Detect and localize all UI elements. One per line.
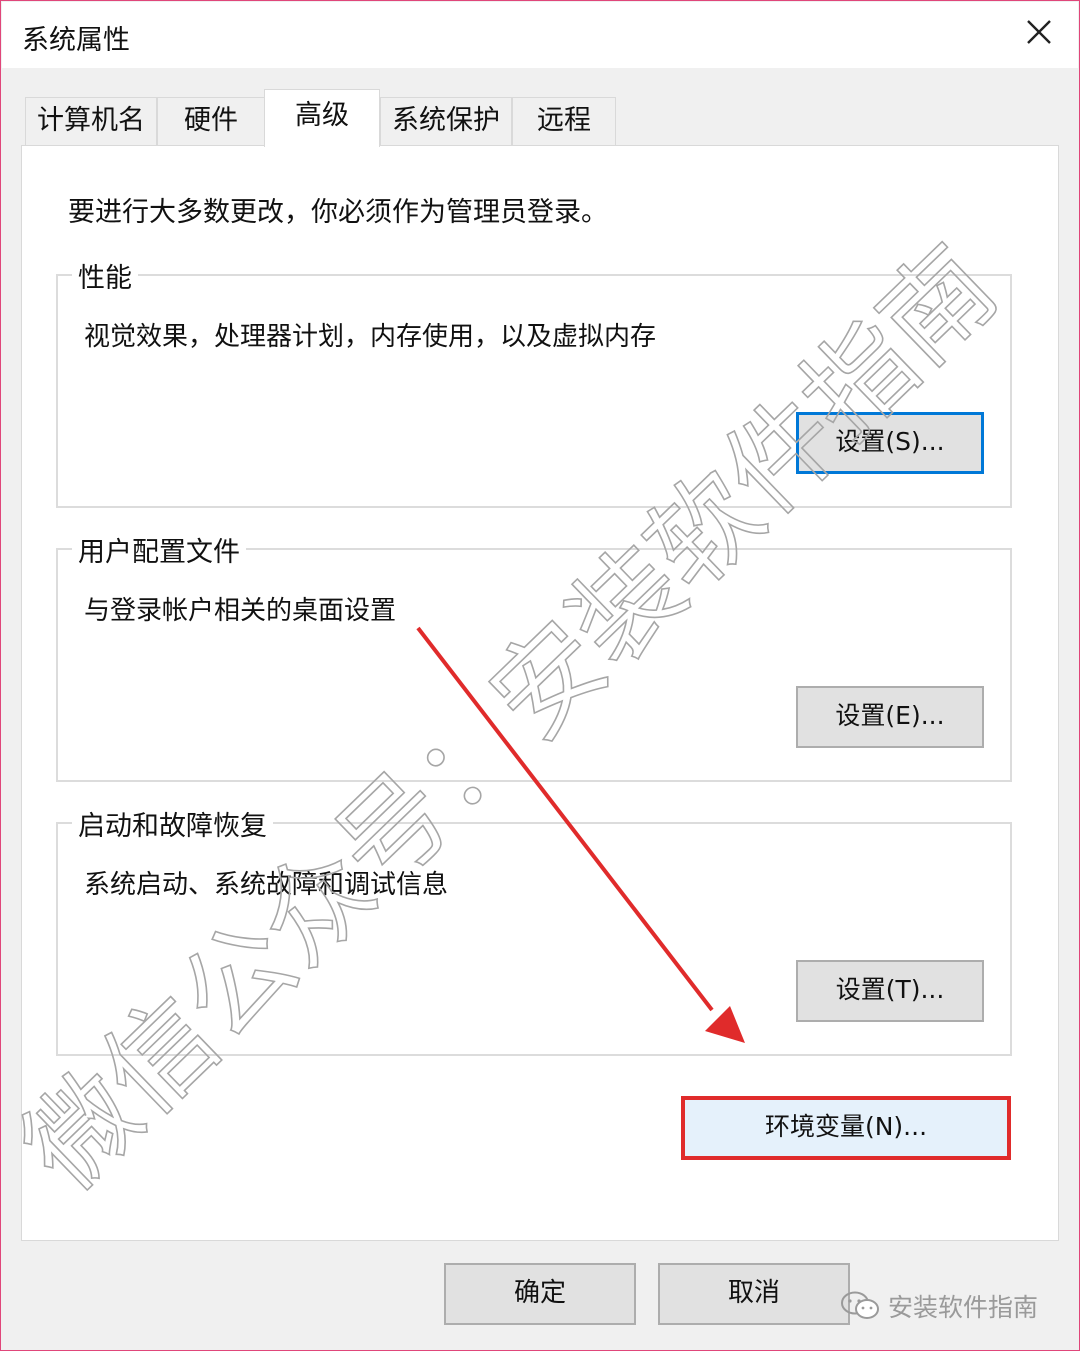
- title-bar: 系统属性: [2, 2, 1078, 68]
- performance-description: 视觉效果，处理器计划，内存使用，以及虚拟内存: [84, 322, 657, 352]
- advanced-tab-panel: 要进行大多数更改，你必须作为管理员登录。 性能 视觉效果，处理器计划，内存使用，…: [21, 145, 1059, 1241]
- startup-recovery-group-title: 启动和故障恢复: [72, 804, 273, 843]
- tab-hardware[interactable]: 硬件: [157, 97, 265, 145]
- close-button[interactable]: [1010, 10, 1068, 60]
- user-profiles-group: 用户配置文件 与登录帐户相关的桌面设置 设置(E)...: [56, 530, 1012, 782]
- ok-button[interactable]: 确定: [444, 1263, 636, 1325]
- startup-recovery-settings-button[interactable]: 设置(T)...: [796, 960, 984, 1022]
- environment-variables-button[interactable]: 环境变量(N)...: [681, 1096, 1011, 1160]
- tab-computer-name[interactable]: 计算机名: [25, 97, 157, 145]
- close-icon: [1027, 20, 1051, 44]
- cancel-button[interactable]: 取消: [658, 1263, 850, 1325]
- tab-advanced[interactable]: 高级: [264, 89, 380, 147]
- wechat-icon: [841, 1291, 879, 1319]
- user-profiles-group-title: 用户配置文件: [72, 530, 246, 569]
- brand-watermark: 安装软件指南: [840, 1288, 1038, 1324]
- window-title: 系统属性: [22, 25, 130, 56]
- performance-group-title: 性能: [72, 256, 138, 295]
- admin-note: 要进行大多数更改，你必须作为管理员登录。: [68, 197, 608, 228]
- performance-settings-button[interactable]: 设置(S)...: [796, 412, 984, 474]
- tab-remote[interactable]: 远程: [512, 97, 616, 145]
- system-properties-window: 系统属性 计算机名 硬件 高级 系统保护 远程 要进行大多数更改，你必须作为管理…: [0, 0, 1080, 1351]
- startup-recovery-description: 系统启动、系统故障和调试信息: [84, 870, 449, 900]
- user-profiles-description: 与登录帐户相关的桌面设置: [84, 596, 397, 626]
- user-profiles-settings-button[interactable]: 设置(E)...: [796, 686, 984, 748]
- tab-system-protection[interactable]: 系统保护: [380, 97, 512, 145]
- startup-recovery-group: 启动和故障恢复 系统启动、系统故障和调试信息 设置(T)...: [56, 804, 1012, 1056]
- brand-name: 安装软件指南: [888, 1293, 1039, 1322]
- performance-group: 性能 视觉效果，处理器计划，内存使用，以及虚拟内存 设置(S)...: [56, 256, 1012, 508]
